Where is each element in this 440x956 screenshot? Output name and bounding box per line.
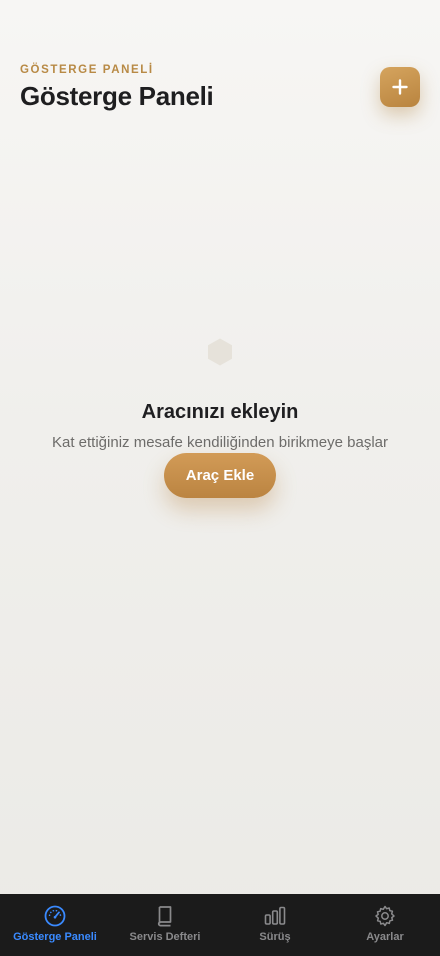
add-vehicle-button[interactable]: [380, 67, 420, 107]
tab-settings-label: Ayarlar: [366, 931, 404, 943]
tab-bar: Gösterge Paneli Servis Defteri Sürüş Aya…: [0, 894, 440, 956]
tab-dashboard-label: Gösterge Paneli: [13, 931, 97, 943]
book-icon: [157, 906, 172, 927]
tab-dashboard[interactable]: Gösterge Paneli: [0, 894, 110, 956]
empty-state-subtitle: Kat ettiğiniz mesafe kendiliğinden birik…: [51, 434, 388, 451]
bar-chart-icon: [264, 906, 286, 925]
speedometer-icon: [44, 905, 66, 927]
gear-icon: [375, 905, 395, 927]
tab-service-book[interactable]: Servis Defteri: [110, 894, 220, 956]
plus-icon: [392, 79, 408, 95]
add-vehicle-cta-button[interactable]: Araç Ekle: [164, 453, 276, 498]
tab-drive[interactable]: Sürüş: [220, 894, 330, 956]
tab-service-book-label: Servis Defteri: [129, 931, 201, 943]
empty-state: Aracınızı ekleyin Kat ettiğiniz mesafe k…: [0, 337, 440, 498]
empty-state-title: Aracınızı ekleyin: [141, 401, 299, 423]
tab-settings[interactable]: Ayarlar: [330, 894, 440, 956]
tab-drive-label: Sürüş: [259, 931, 291, 943]
hexagon-icon: [208, 338, 232, 366]
page-eyebrow: GÖSTERGE PANELİ: [20, 64, 154, 76]
page-title: Gösterge Paneli: [20, 81, 214, 111]
